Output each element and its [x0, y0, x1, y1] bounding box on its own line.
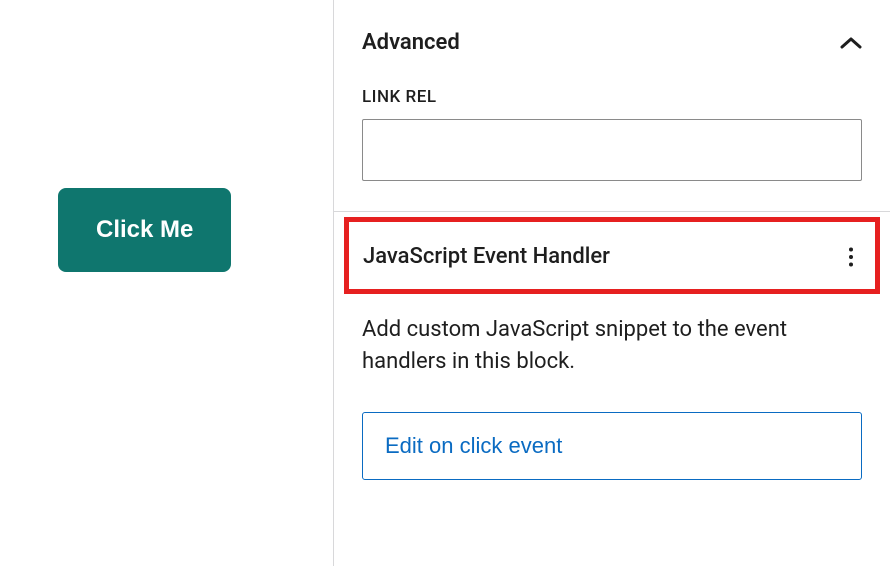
edit-click-event-button[interactable]: Edit on click event — [362, 412, 862, 480]
demo-button[interactable]: Click Me — [58, 188, 231, 272]
chevron-up-icon — [840, 36, 862, 50]
js-handler-highlight: JavaScript Event Handler — [344, 217, 880, 294]
js-handler-section-header[interactable]: JavaScript Event Handler — [349, 222, 875, 289]
link-rel-field-group: LINK REL — [334, 65, 890, 211]
link-rel-label: LINK REL — [362, 87, 862, 107]
advanced-section-header[interactable]: Advanced — [334, 20, 890, 65]
js-handler-description: Add custom JavaScript snippet to the eve… — [334, 302, 890, 386]
js-handler-title: JavaScript Event Handler — [363, 244, 610, 269]
more-vertical-icon[interactable] — [839, 245, 863, 269]
section-divider — [334, 211, 890, 212]
block-settings-sidebar: Advanced LINK REL JavaScript Event Handl… — [333, 0, 890, 566]
advanced-section-title: Advanced — [362, 30, 460, 55]
edit-button-container: Edit on click event — [334, 386, 890, 490]
link-rel-input[interactable] — [362, 119, 862, 181]
editor-canvas: Click Me — [0, 0, 333, 566]
